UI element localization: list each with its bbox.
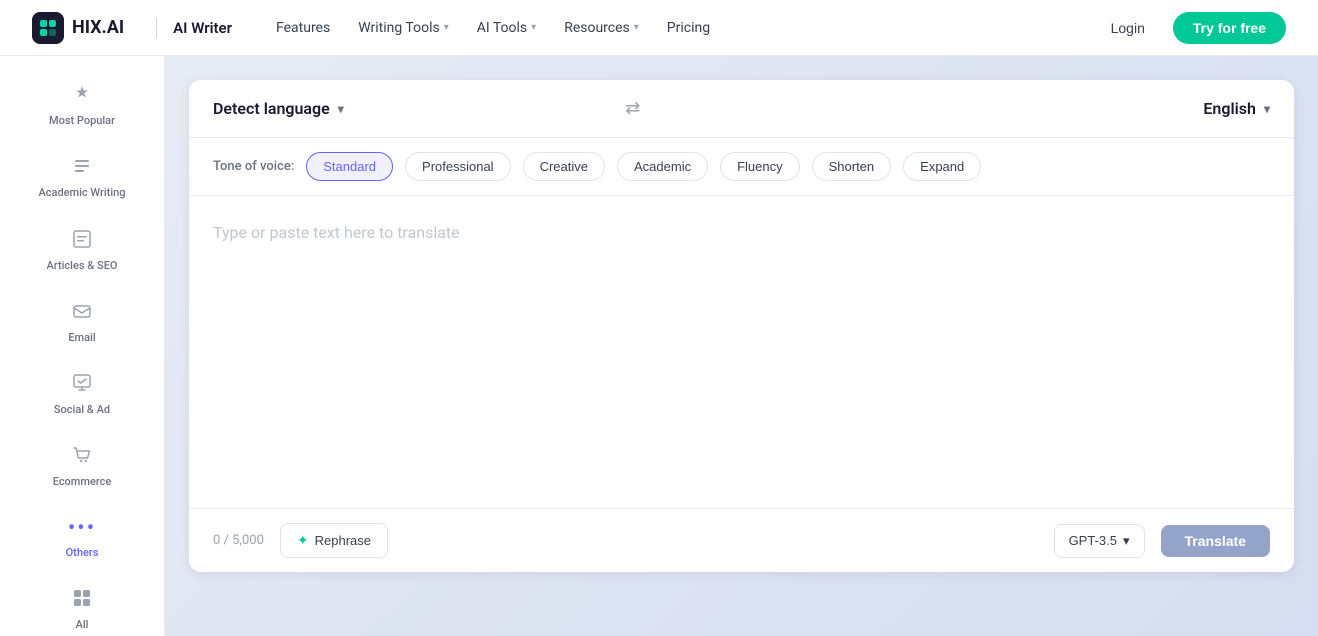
login-button[interactable]: Login	[1095, 12, 1161, 44]
try-free-button[interactable]: Try for free	[1173, 12, 1286, 44]
body-area: Most Popular Academic Writing Articl	[0, 56, 1318, 636]
language-row: Detect language ▾ ⇄ English ▾	[189, 80, 1294, 138]
swap-button[interactable]: ⇄	[625, 98, 640, 119]
nav-actions: Login Try for free	[1095, 12, 1286, 44]
sidebar-item-academic-writing[interactable]: Academic Writing	[8, 144, 156, 212]
logo-icon	[32, 12, 64, 44]
nav-features[interactable]: Features	[264, 12, 342, 44]
tone-expand[interactable]: Expand	[903, 152, 981, 181]
sidebar-item-most-popular[interactable]: Most Popular	[8, 72, 156, 140]
sidebar-item-email[interactable]: Email	[8, 289, 156, 357]
tone-row: Tone of voice: Standard Professional Cre…	[189, 138, 1294, 196]
social-ad-label: Social & Ad	[54, 403, 110, 417]
others-label: Others	[66, 546, 99, 560]
tone-academic[interactable]: Academic	[617, 152, 708, 181]
sidebar: Most Popular Academic Writing Articl	[0, 56, 165, 636]
academic-writing-label: Academic Writing	[38, 186, 125, 200]
sidebar-item-ecommerce[interactable]: Ecommerce	[8, 433, 156, 501]
nav-subtitle: AI Writer	[173, 19, 232, 37]
tone-creative[interactable]: Creative	[523, 152, 605, 181]
target-language-selector[interactable]: English ▾	[1203, 99, 1270, 118]
articles-seo-label: Articles & SEO	[47, 259, 118, 273]
most-popular-label: Most Popular	[49, 114, 115, 128]
source-language-selector[interactable]: Detect language ▾	[213, 99, 344, 118]
bottom-bar: 0 / 5,000 ✦ Rephrase GPT-3.5 ▾ Translate	[189, 508, 1294, 572]
sidebar-item-others[interactable]: ••• Others	[8, 506, 156, 572]
nav-links: Features Writing Tools ▾ AI Tools ▾ Reso…	[264, 12, 1095, 44]
source-lang-chevron: ▾	[338, 102, 344, 116]
tone-label: Tone of voice:	[213, 159, 294, 174]
all-icon	[72, 588, 92, 612]
target-lang-label: English	[1203, 99, 1256, 118]
sidebar-item-articles-seo[interactable]: Articles & SEO	[8, 217, 156, 285]
translate-button[interactable]: Translate	[1161, 525, 1270, 557]
academic-writing-icon	[72, 156, 92, 180]
main-content: Detect language ▾ ⇄ English ▾ Tone of vo…	[165, 56, 1318, 636]
nav-pricing[interactable]: Pricing	[655, 12, 722, 44]
tone-fluency[interactable]: Fluency	[720, 152, 800, 181]
most-popular-icon	[72, 84, 92, 108]
social-ad-icon	[72, 373, 92, 397]
nav-resources[interactable]: Resources ▾	[552, 12, 651, 44]
tone-shorten[interactable]: Shorten	[812, 152, 892, 181]
rephrase-button[interactable]: ✦ Rephrase	[280, 523, 388, 558]
tone-professional[interactable]: Professional	[405, 152, 511, 181]
tone-standard[interactable]: Standard	[306, 152, 393, 181]
translator-card: Detect language ▾ ⇄ English ▾ Tone of vo…	[189, 80, 1294, 572]
articles-seo-icon	[72, 229, 92, 253]
ecommerce-label: Ecommerce	[53, 475, 112, 489]
translate-input[interactable]	[213, 220, 1270, 480]
sidebar-item-all[interactable]: All	[8, 576, 156, 636]
source-lang-label: Detect language	[213, 99, 330, 118]
target-lang-chevron: ▾	[1264, 102, 1270, 116]
all-label: All	[76, 618, 89, 632]
rephrase-label: Rephrase	[315, 533, 371, 548]
gpt-selector[interactable]: GPT-3.5 ▾	[1054, 524, 1145, 558]
navbar: HIX.AI AI Writer Features Writing Tools …	[0, 0, 1318, 56]
gpt-label: GPT-3.5	[1069, 533, 1117, 548]
gpt-chevron: ▾	[1123, 533, 1130, 549]
email-label: Email	[68, 331, 95, 345]
text-area-wrapper	[189, 196, 1294, 508]
sidebar-item-social-ad[interactable]: Social & Ad	[8, 361, 156, 429]
email-icon	[72, 301, 92, 325]
logo[interactable]: HIX.AI	[32, 12, 124, 44]
nav-writing-tools[interactable]: Writing Tools ▾	[346, 12, 461, 44]
ecommerce-icon	[72, 445, 92, 469]
others-icon: •••	[68, 518, 96, 540]
nav-ai-tools[interactable]: AI Tools ▾	[465, 12, 548, 44]
logo-text: HIX.AI	[72, 17, 124, 38]
rephrase-icon: ✦	[297, 532, 309, 549]
char-count: 0 / 5,000	[213, 533, 264, 548]
nav-divider	[156, 18, 157, 38]
